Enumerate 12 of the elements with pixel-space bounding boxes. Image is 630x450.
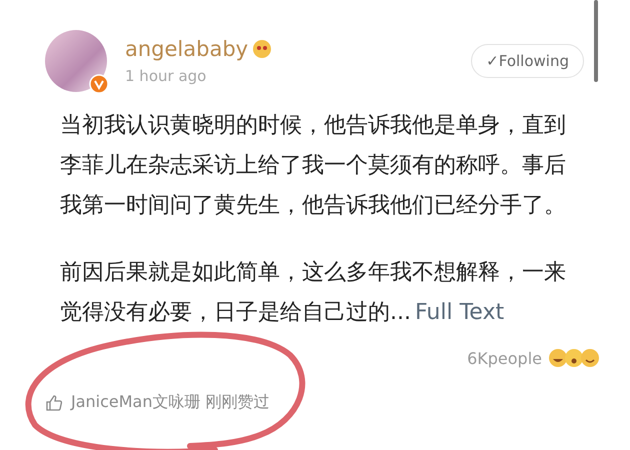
thumbs-up-icon[interactable]: [45, 394, 63, 412]
full-text-link[interactable]: Full Text: [414, 300, 504, 325]
post-text: 前因后果就是如此简单，这么多年我不想解释，一来觉得没有必要，日子是给自己过的... Full Text: [60, 259, 567, 327]
post-text: 当初我认识黄晓明的时候，他告诉我他是单身，直到李菲儿在杂志采访上给了我一个莫须有的称呼。事后我第一时间问了黄先生，他告诉我他们已经分手了。: [60, 112, 567, 220]
emoji-reactions-icon[interactable]: [548, 348, 600, 368]
verified-badge-icon: [89, 74, 109, 94]
author-name[interactable]: angelababy: [125, 37, 248, 61]
reaction-count: 6Kpeople: [467, 348, 542, 368]
emoji-icon: [252, 39, 272, 59]
post-time: 1 hour ago: [125, 67, 208, 85]
following-button[interactable]: ✓Following: [471, 44, 584, 78]
liked-by-text: JaniceMan文咏珊 刚刚赞过: [71, 392, 270, 413]
